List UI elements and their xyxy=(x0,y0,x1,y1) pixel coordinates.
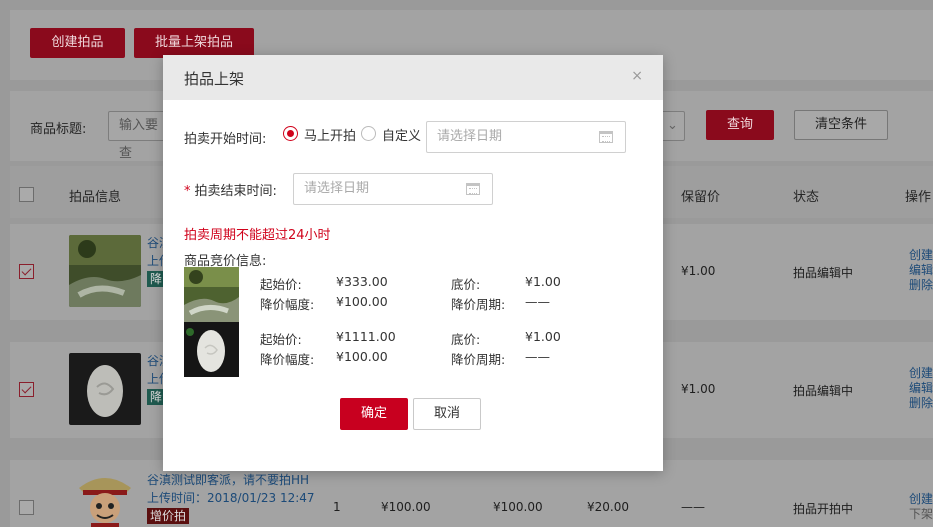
header-info: 拍品信息 xyxy=(69,190,122,205)
header-reserve: 保留价 xyxy=(681,190,721,205)
drop-period-value: —— xyxy=(525,294,550,309)
clear-filters-button[interactable]: 清空条件 xyxy=(794,110,888,140)
required-mark: * xyxy=(184,184,191,199)
start-price-value: ¥333.00 xyxy=(336,274,388,289)
row-op-create[interactable]: 创建 xyxy=(909,366,933,381)
row-increment: ¥20.00 xyxy=(587,500,629,514)
start-time-label: 拍卖开始时间: xyxy=(184,132,267,147)
row-op-delete[interactable]: 删除 xyxy=(909,278,933,293)
floor-price-value: ¥1.00 xyxy=(525,274,561,289)
row-current-price: ¥100.00 xyxy=(493,500,543,514)
row-status: 拍品编辑中 xyxy=(793,384,854,398)
radio-custom-label[interactable]: 自定义 xyxy=(382,125,421,144)
row-checkbox[interactable] xyxy=(19,264,34,279)
radio-start-now-label[interactable]: 马上开拍 xyxy=(304,125,356,144)
row-reserve: ¥1.00 xyxy=(681,382,716,396)
drop-amount-value: ¥100.00 xyxy=(336,294,388,309)
row-op-edit[interactable]: 编辑 xyxy=(909,263,933,278)
start-price-value: ¥1111.00 xyxy=(336,329,396,344)
create-auction-button[interactable]: 创建拍品 xyxy=(30,28,125,58)
row-reserve: ¥1.00 xyxy=(681,264,716,278)
header-ops: 操作 xyxy=(905,190,932,205)
end-time-label-text: 拍卖结束时间: xyxy=(194,184,277,199)
row-upload-time: 上传时间：2018/01/23 12:47 xyxy=(147,491,315,505)
batch-list-button[interactable]: 批量上架拍品 xyxy=(134,28,254,58)
start-date-placeholder: 请选择日期 xyxy=(437,129,503,144)
row-op-delete[interactable]: 删除 xyxy=(909,396,933,411)
drop-amount-label: 降价幅度: xyxy=(260,297,315,312)
radio-custom[interactable] xyxy=(361,126,376,141)
start-price-label: 起始价: xyxy=(260,332,302,347)
product-thumbnail xyxy=(69,468,141,527)
row-reserve: —— xyxy=(681,500,705,514)
drop-amount-value: ¥100.00 xyxy=(336,349,388,364)
floor-price-label: 底价: xyxy=(451,332,481,347)
bid-item-image xyxy=(184,322,239,377)
radio-start-now[interactable] xyxy=(283,126,298,141)
bid-item-image xyxy=(184,267,239,322)
select-dropdown[interactable]: ⌄ xyxy=(660,111,685,141)
floor-price-value: ¥1.00 xyxy=(525,329,561,344)
header-status: 状态 xyxy=(793,190,820,205)
calendar-icon xyxy=(599,131,613,143)
modal-title: 拍品上架 xyxy=(184,70,245,88)
select-all-checkbox[interactable] xyxy=(19,187,34,202)
row-checkbox[interactable] xyxy=(19,382,34,397)
close-icon[interactable]: × xyxy=(631,68,643,84)
drop-period-label: 降价周期: xyxy=(451,352,506,367)
start-price-label: 起始价: xyxy=(260,277,302,292)
period-warning: 拍卖周期不能超过24小时 xyxy=(184,228,331,243)
row-tag: 增价拍 xyxy=(147,508,190,524)
modal-header: 拍品上架 × xyxy=(163,55,663,100)
row-op-create[interactable]: 创建 xyxy=(909,492,933,507)
drop-period-value: —— xyxy=(525,349,550,364)
product-thumbnail xyxy=(69,353,141,425)
title-filter-input[interactable]: 输入要查 xyxy=(108,111,168,161)
drop-amount-label: 降价幅度: xyxy=(260,352,315,367)
cancel-button[interactable]: 取消 xyxy=(413,398,481,430)
title-filter-label: 商品标题: xyxy=(30,122,87,137)
row-op-unlist[interactable]: 下架 xyxy=(909,507,933,522)
end-date-input[interactable]: 请选择日期 xyxy=(293,173,493,205)
list-auction-modal: 拍品上架 × 拍卖开始时间: 马上开拍 自定义 请选择日期 * 拍卖结束时间: 请… xyxy=(163,55,663,471)
confirm-button[interactable]: 确定 xyxy=(340,398,408,430)
floor-price-label: 底价: xyxy=(451,277,481,292)
start-date-input[interactable]: 请选择日期 xyxy=(426,121,626,153)
row-title-link[interactable]: 谷滇测试即客派，请不要拍HH xyxy=(147,471,309,489)
row-checkbox[interactable] xyxy=(19,500,34,515)
row-status: 拍品编辑中 xyxy=(793,266,854,280)
row-quantity: 1 xyxy=(333,500,341,514)
row-op-create[interactable]: 创建 xyxy=(909,248,933,263)
query-button[interactable]: 查询 xyxy=(706,110,774,140)
row-op-edit[interactable]: 编辑 xyxy=(909,381,933,396)
drop-period-label: 降价周期: xyxy=(451,297,506,312)
row-start-price: ¥100.00 xyxy=(381,500,431,514)
chevron-down-icon: ⌄ xyxy=(667,118,678,133)
row-status: 拍品开拍中 xyxy=(793,502,854,516)
end-date-placeholder: 请选择日期 xyxy=(304,181,370,196)
end-time-label: * 拍卖结束时间: xyxy=(184,180,277,199)
product-thumbnail xyxy=(69,235,141,307)
calendar-icon xyxy=(466,183,480,195)
